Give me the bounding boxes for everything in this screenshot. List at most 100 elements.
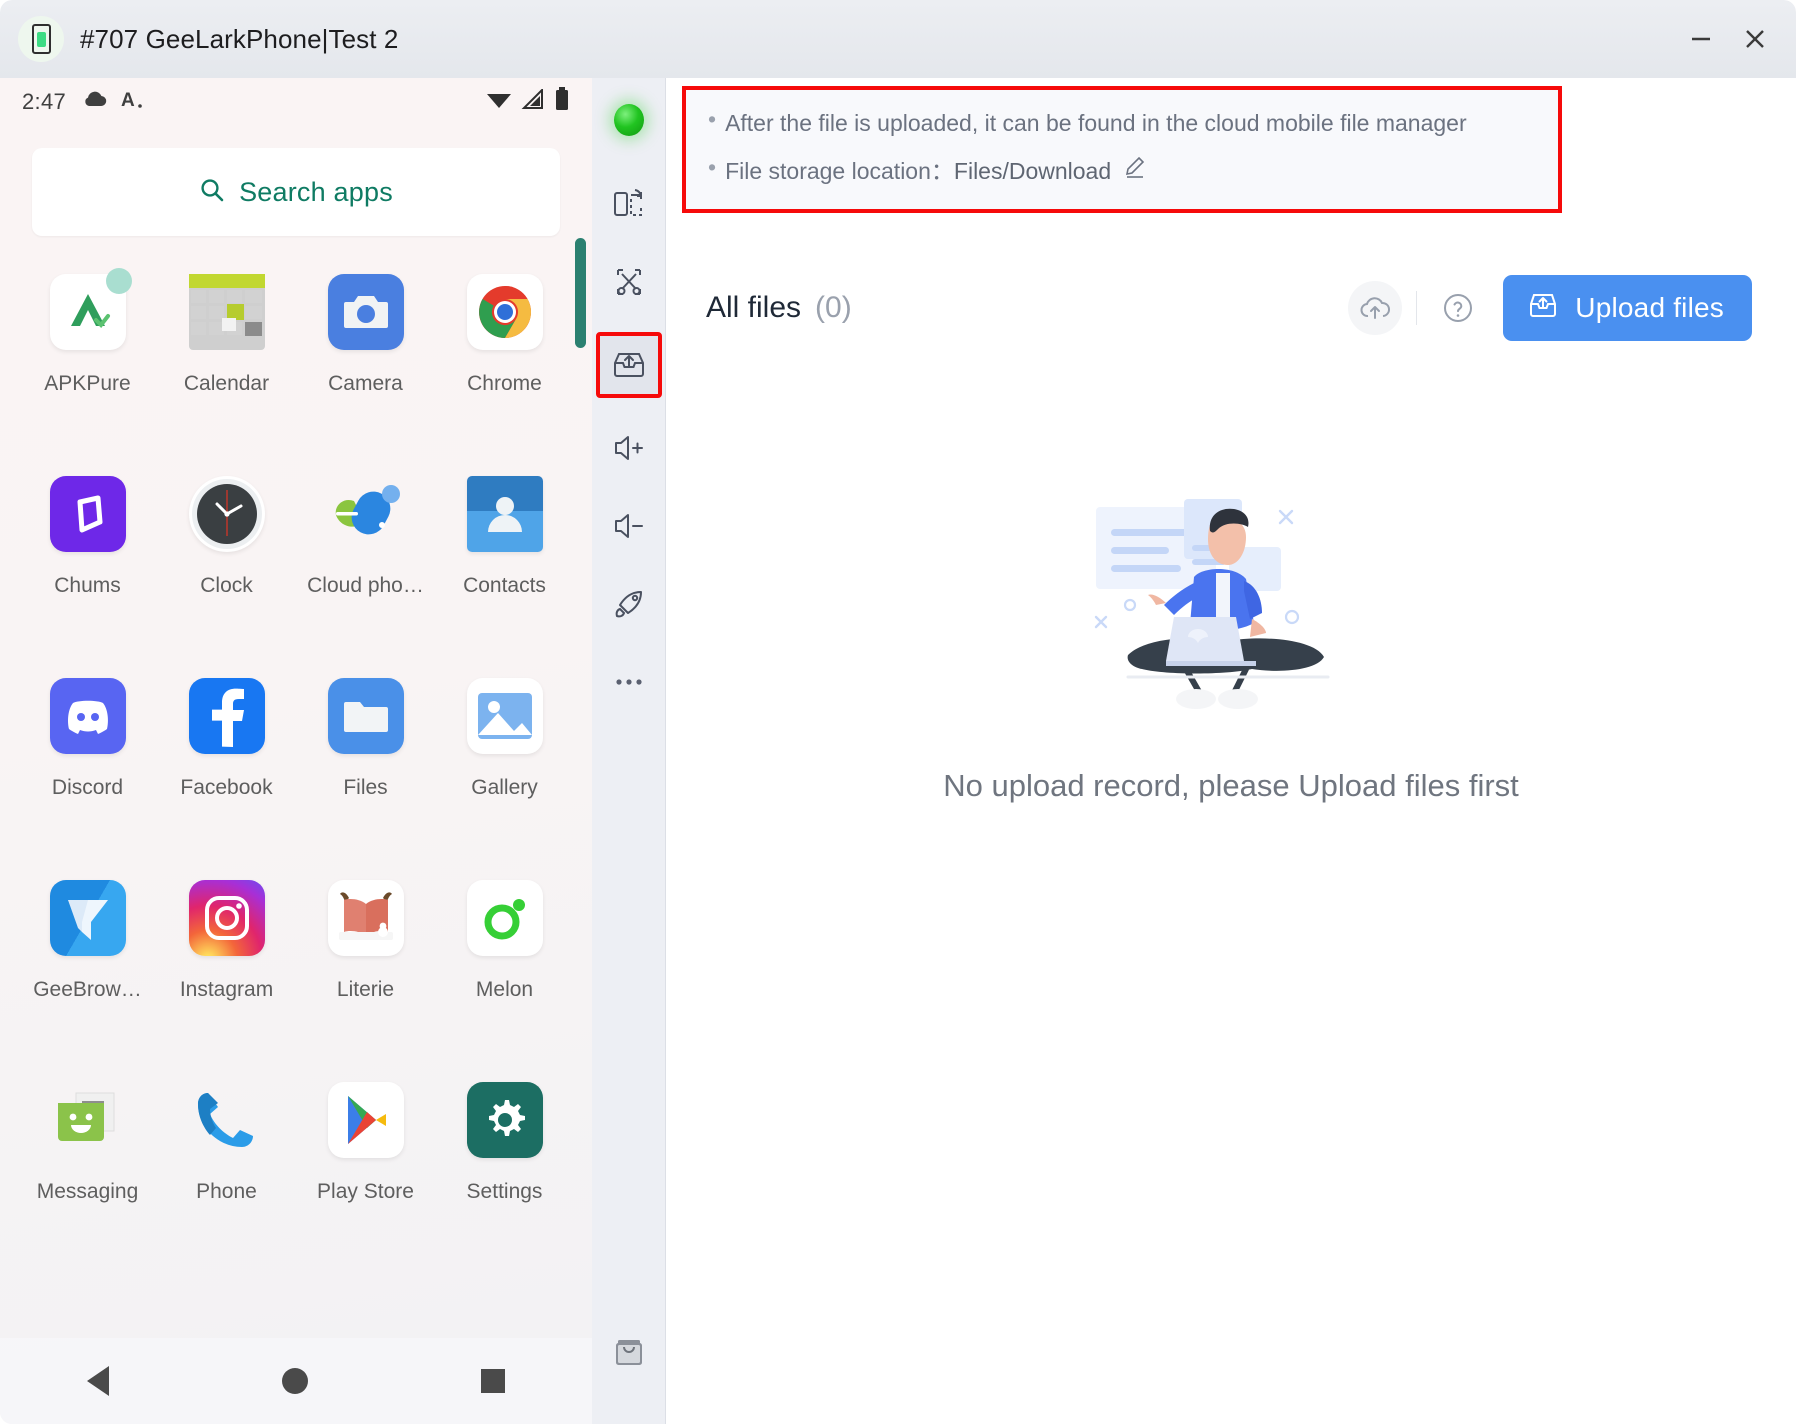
app-label: Contacts [463,574,546,597]
app-item-apkpure[interactable]: APKPure [18,268,157,470]
app-label: GeeBrow… [33,978,142,1001]
app-label: Cloud pho… [307,574,424,597]
notice-line-2: • File storage location： Files/Download [706,154,1538,190]
back-icon[interactable] [86,1366,109,1396]
phone-icon [189,1082,265,1158]
question-circle-icon[interactable] [1431,281,1485,335]
upload-tray-icon[interactable] [595,332,662,398]
app-item-play-store[interactable]: Play Store [296,1082,435,1278]
app-item-cloud-phone[interactable]: Cloud pho… [296,476,435,672]
app-item-instagram[interactable]: Instagram [157,880,296,1076]
app-item-contacts[interactable]: Contacts [435,476,574,672]
tool-rail [592,78,666,1424]
cloud-phone-icon [328,476,404,552]
upload-notice: • After the file is uploaded, it can be … [682,86,1562,214]
app-label: APKPure [44,372,131,395]
divider [1416,291,1418,326]
person-with-laptop-illustration [1066,477,1396,722]
search-icon [199,177,225,208]
app-item-phone[interactable]: Phone [157,1082,296,1278]
all-files-title: All files [706,291,802,325]
app-label: Settings [466,1180,543,1203]
android-nav-bar [0,1338,592,1424]
app-label: Discord [51,776,124,799]
upload-files-button[interactable]: Upload files [1503,275,1752,342]
app-label: Files [343,776,388,799]
cloud-upload-icon[interactable] [1348,281,1403,336]
app-label: Chrome [467,372,542,395]
app-item-literie[interactable]: Literie [296,880,435,1076]
app-label: Melon [475,978,534,1001]
volume-down-icon[interactable] [601,498,657,554]
minimize-icon[interactable] [1674,12,1728,66]
status-time: 2:47 [22,89,67,114]
search-apps-bar[interactable]: Search apps [32,148,560,236]
home-icon[interactable] [281,1368,308,1394]
shop-bag-icon[interactable] [601,1324,657,1380]
notice-label-2: File storage location： [725,157,954,184]
boost-rocket-icon[interactable] [601,576,657,632]
app-window: #707 GeeLarkPhone|Test 2 2:47 A Search a… [0,0,1796,1424]
settings-icon [466,1082,543,1158]
app-item-messaging[interactable]: Messaging [18,1082,157,1278]
empty-state: No upload record, please Upload files fi… [666,477,1796,804]
files-header: All files (0) Upload files [666,269,1796,347]
app-label: Calendar [183,372,270,395]
app-item-files[interactable]: Files [296,678,435,874]
chrome-icon [466,274,543,350]
notice-text-1: After the file is uploaded, it can be fo… [725,110,1467,136]
rotate-screen-icon[interactable] [601,176,657,232]
calendar-icon [188,274,265,350]
file-upload-panel: • After the file is uploaded, it can be … [666,78,1796,1424]
camera-icon [327,274,404,350]
app-item-gallery[interactable]: Gallery [435,678,574,874]
wifi-icon [486,89,512,115]
app-label: Chums [54,574,121,597]
app-item-calendar[interactable]: Calendar [157,274,296,470]
app-item-clock[interactable]: Clock [157,476,296,672]
chums-icon [49,476,126,552]
app-grid: APKPure Calendar Camera Chrome Chums Clo… [0,268,592,1278]
more-options-icon[interactable] [601,654,657,710]
volume-up-icon[interactable] [601,420,657,476]
recents-icon[interactable] [481,1369,506,1393]
play-store-icon [327,1082,404,1158]
app-label: Literie [336,978,395,1001]
app-item-facebook[interactable]: Facebook [157,678,296,874]
app-label: Play Store [317,1180,414,1203]
clock-icon [188,476,265,552]
empty-state-message: No upload record, please Upload files fi… [943,768,1519,804]
close-icon[interactable] [1728,12,1782,66]
apkpure-icon [49,268,132,350]
app-item-chrome[interactable]: Chrome [435,274,574,470]
scissors-clipboard-icon[interactable] [601,254,657,310]
svg-text:A: A [121,90,135,110]
header-actions: Upload files [1348,275,1752,342]
melon-icon [466,880,543,956]
phone-status-bar: 2:47 A [0,78,592,126]
connection-status-dot [613,104,644,136]
pencil-edit-icon[interactable] [1123,154,1147,190]
app-label: Instagram [179,978,274,1001]
instagram-icon [188,880,265,956]
android-phone-icon [18,16,64,62]
phone-scrollbar[interactable] [575,238,586,348]
app-item-geebrowser[interactable]: GeeBrow… [18,880,157,1076]
font-size-icon: A [121,88,143,116]
notice-wrap: • After the file is uploaded, it can be … [666,78,1796,214]
phone-mirror[interactable]: 2:47 A Search apps APKPure Calendar Came… [0,78,592,1424]
app-label: Gallery [471,776,538,799]
bullet-icon: • [708,153,717,180]
app-item-chums[interactable]: Chums [18,476,157,672]
app-item-camera[interactable]: Camera [296,274,435,470]
app-item-settings[interactable]: Settings [435,1082,574,1278]
app-label: Camera [328,372,403,395]
app-label: Facebook [180,776,273,799]
app-label: Phone [196,1180,257,1203]
app-item-discord[interactable]: Discord [18,678,157,874]
literie-icon [327,880,404,956]
cloud-icon [82,89,108,115]
upload-box-icon [1527,289,1559,328]
app-item-melon[interactable]: Melon [435,880,574,1076]
title-bar: #707 GeeLarkPhone|Test 2 [0,0,1796,78]
